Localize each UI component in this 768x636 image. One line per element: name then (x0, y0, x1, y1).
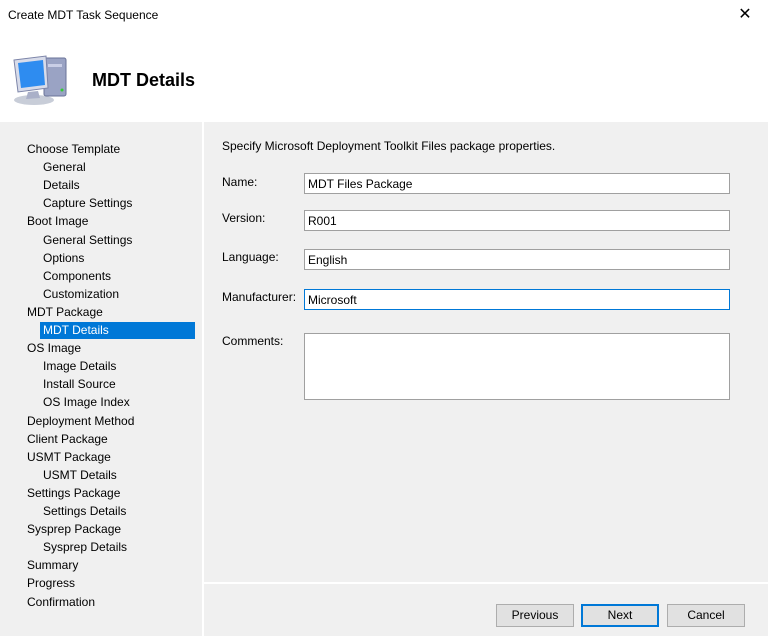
wizard-navigation: Choose Template General Details Capture Set… (0, 122, 202, 636)
nav-item[interactable]: Choose Template (24, 141, 120, 158)
nav-item[interactable]: Client Package (24, 431, 108, 448)
nav-item[interactable]: MDT Details (40, 322, 195, 339)
nav-item[interactable]: Summary (24, 557, 78, 574)
nav-item[interactable]: Progress (24, 575, 75, 592)
nav-item[interactable]: USMT Package (24, 449, 111, 466)
computer-icon (13, 55, 67, 105)
nav-item[interactable]: Deployment Method (24, 413, 134, 430)
name-input[interactable] (304, 173, 730, 194)
nav-item[interactable]: Boot Image (24, 213, 88, 230)
nav-item[interactable]: Sysprep Details (40, 539, 127, 556)
cancel-button[interactable]: Cancel (667, 604, 745, 627)
page-title: MDT Details (92, 70, 196, 90)
nav-item[interactable]: General (40, 159, 86, 176)
button-bar: Previous Next Cancel (204, 582, 768, 636)
nav-item[interactable]: OS Image (24, 340, 81, 357)
nav-item[interactable]: Confirmation (24, 594, 95, 611)
nav-item[interactable]: Components (40, 268, 111, 285)
title-bar: Create MDT Task Sequence ✕ (0, 0, 768, 30)
version-label: Version: (222, 211, 266, 225)
close-icon[interactable]: ✕ (730, 4, 760, 26)
nav-item[interactable]: Settings Details (40, 503, 126, 520)
main-panel: Specify Microsoft Deployment Toolkit Fil… (204, 122, 768, 582)
nav-item[interactable]: Details (40, 177, 80, 194)
nav-item[interactable]: Sysprep Package (24, 521, 121, 538)
wizard-header: MDT Details (0, 30, 768, 122)
nav-item[interactable]: General Settings (40, 232, 132, 249)
name-label: Name: (222, 175, 258, 189)
nav-item[interactable]: Capture Settings (40, 195, 132, 212)
comments-textarea[interactable] (304, 333, 730, 400)
manufacturer-input[interactable] (304, 289, 730, 310)
description: Specify Microsoft Deployment Toolkit Fil… (222, 139, 556, 153)
nav-item[interactable]: Image Details (40, 358, 116, 375)
next-button[interactable]: Next (581, 604, 659, 627)
nav-item[interactable]: OS Image Index (40, 394, 130, 411)
window-title: Create MDT Task Sequence (8, 8, 159, 22)
language-label: Language: (222, 250, 279, 264)
version-input[interactable] (304, 210, 730, 231)
nav-item[interactable]: MDT Package (24, 304, 103, 321)
manufacturer-label: Manufacturer: (222, 290, 297, 304)
comments-label: Comments: (222, 334, 284, 348)
nav-item[interactable]: Install Source (40, 376, 116, 393)
language-input[interactable] (304, 249, 730, 270)
previous-button[interactable]: Previous (496, 604, 574, 627)
nav-item[interactable]: Settings Package (24, 485, 120, 502)
nav-item[interactable]: USMT Details (40, 467, 117, 484)
nav-item[interactable]: Options (40, 250, 84, 267)
nav-item[interactable]: Customization (40, 286, 119, 303)
